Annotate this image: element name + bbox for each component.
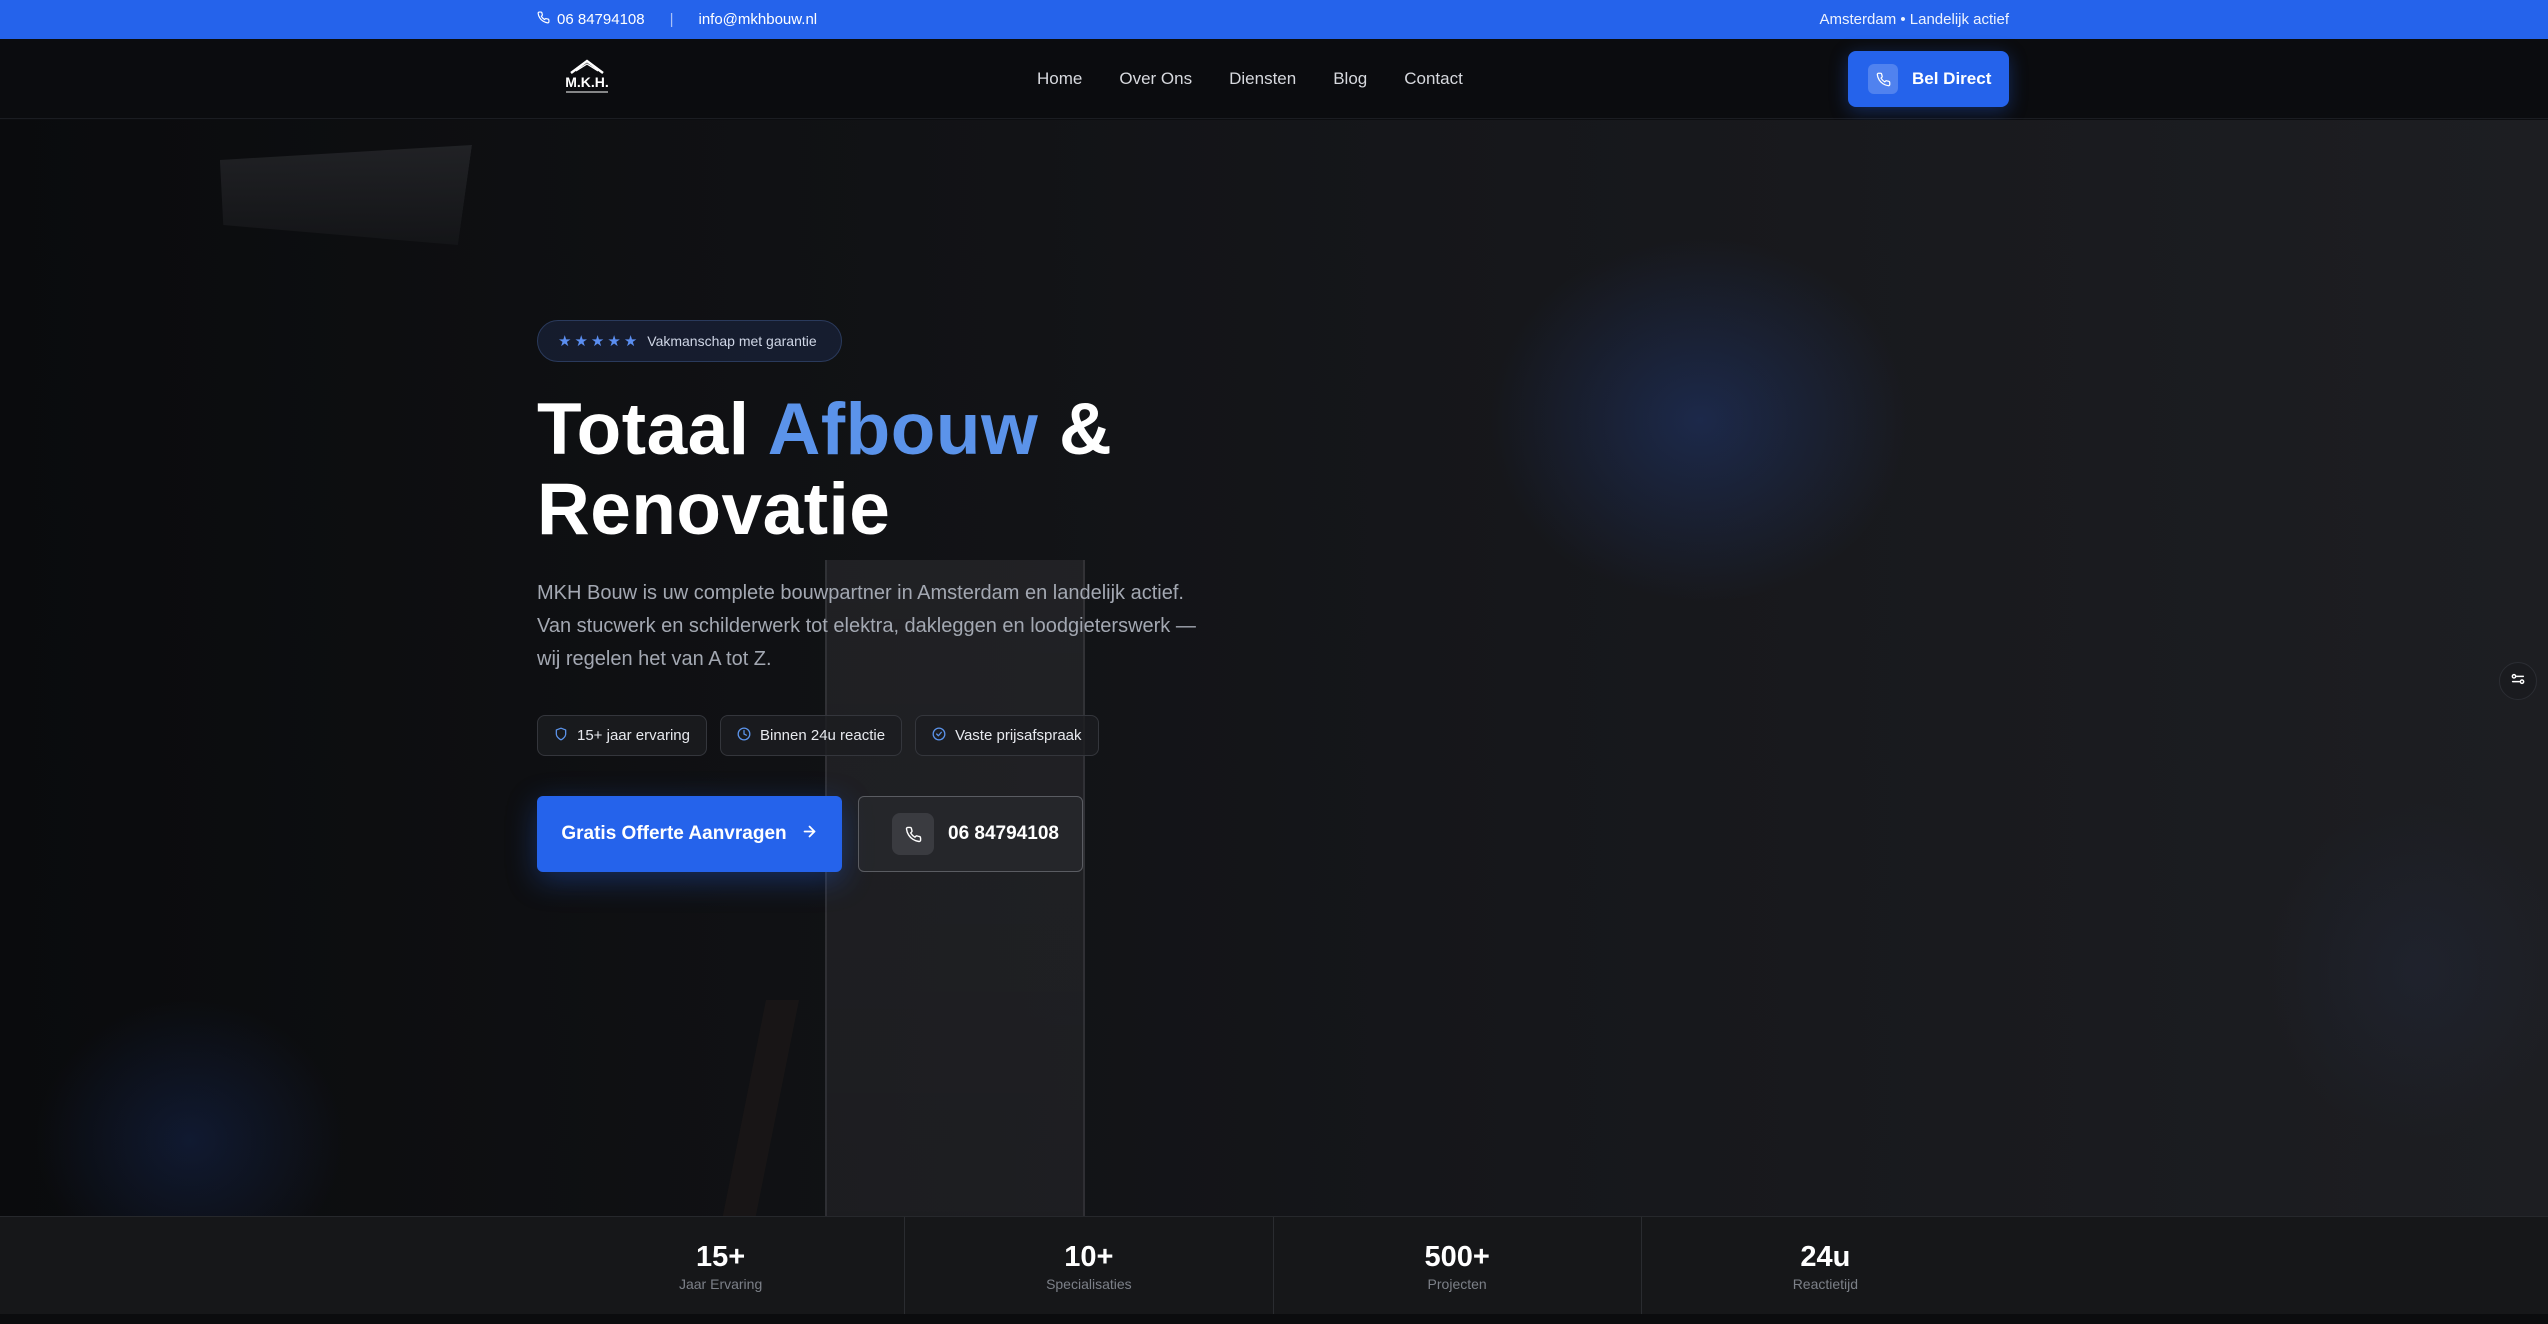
bel-direct-button[interactable]: Bel Direct xyxy=(1848,51,2009,107)
headline-line2: Renovatie xyxy=(537,469,891,550)
phone-icon xyxy=(1868,64,1898,94)
rating-badge: ★ ★ ★ ★ ★ Vakmanschap met garantie xyxy=(537,320,842,362)
star-icon: ★ xyxy=(574,333,588,350)
hero-section xyxy=(0,120,2548,1216)
nav-link-blog[interactable]: Blog xyxy=(1333,69,1367,89)
headline-part2: & xyxy=(1038,389,1113,470)
stat-label: Projecten xyxy=(1427,1276,1487,1292)
stat-label: Reactietijd xyxy=(1792,1276,1859,1292)
clock-icon xyxy=(737,727,751,745)
chip-label: 15+ jaar ervaring xyxy=(577,727,690,744)
nav-link-home[interactable]: Home xyxy=(1037,69,1082,89)
main-nav: M.K.H. Home Over Ons Diensten Blog Conta… xyxy=(0,39,2548,119)
star-rating: ★ ★ ★ ★ ★ xyxy=(558,332,637,350)
star-icon: ★ xyxy=(590,333,605,350)
top-bar-phone: 06 84794108 xyxy=(557,11,645,28)
call-phone-button[interactable]: 06 84794108 xyxy=(858,796,1083,872)
phone-icon xyxy=(537,11,550,28)
stat-value: 10+ xyxy=(1064,1241,1114,1273)
arrow-right-icon xyxy=(801,823,818,846)
chip-label: Binnen 24u reactie xyxy=(759,727,886,744)
star-icon: ★ xyxy=(607,333,621,350)
hero-description: MKH Bouw is uw complete bouwpartner in A… xyxy=(537,582,1196,670)
stats-bar: 15+ Jaar Ervaring 10+ Specialisaties 500… xyxy=(0,1216,2548,1315)
feature-chips: 15+ jaar ervaring Binnen 24u reactie Vas… xyxy=(537,715,1099,756)
chip-response: Binnen 24u reactie xyxy=(719,715,903,756)
logo-link[interactable]: M.K.H. xyxy=(563,57,611,97)
stats-inner: 15+ Jaar Ervaring 10+ Specialisaties 500… xyxy=(537,1217,2009,1315)
chip-experience: 15+ jaar ervaring xyxy=(537,715,707,756)
bottom-strip xyxy=(0,1314,2548,1324)
phone-icon xyxy=(892,813,934,855)
bel-direct-label: Bel Direct xyxy=(1912,69,1992,88)
stat-value: 500+ xyxy=(1424,1241,1490,1273)
chip-label: Vaste prijsafspraak xyxy=(955,727,1082,744)
stat-label: Jaar Ervaring xyxy=(678,1276,763,1292)
logo-text: M.K.H. xyxy=(565,74,609,90)
top-bar-phone-link[interactable]: 06 84794108 xyxy=(537,11,645,28)
call-phone-label: 06 84794108 xyxy=(948,823,1059,844)
nav-link-diensten[interactable]: Diensten xyxy=(1229,69,1296,89)
headline-accent: Afbouw xyxy=(767,389,1039,470)
stat-response-time: 24u Reactietijd xyxy=(1642,1217,2009,1315)
rating-badge-text: Vakmanschap met garantie xyxy=(647,333,817,349)
top-bar-location: Amsterdam • Landelijk actief xyxy=(1819,11,2010,28)
hero-headline: Totaal Afbouw & Renovatie xyxy=(537,390,1337,550)
nav-link-contact[interactable]: Contact xyxy=(1404,69,1463,89)
stat-projects: 500+ Projecten xyxy=(1274,1217,1642,1315)
request-quote-label: Gratis Offerte Aanvragen xyxy=(561,823,787,844)
check-circle-icon xyxy=(932,727,946,745)
stat-label: Specialisaties xyxy=(1046,1276,1132,1292)
headline-part1: Totaal xyxy=(537,389,768,470)
stat-value: 15+ xyxy=(696,1241,746,1273)
top-bar: 06 84794108 | info@mkhbouw.nl Amsterdam … xyxy=(0,0,2548,39)
top-bar-separator: | xyxy=(669,11,674,28)
stat-value: 24u xyxy=(1800,1241,1851,1273)
star-icon: ★ xyxy=(558,333,572,350)
background-image-fixture xyxy=(208,145,472,245)
request-quote-button[interactable]: Gratis Offerte Aanvragen xyxy=(537,796,842,872)
top-bar-email-link[interactable]: info@mkhbouw.nl xyxy=(699,11,818,28)
top-bar-inner: 06 84794108 | info@mkhbouw.nl Amsterdam … xyxy=(537,0,2009,39)
logo-icon: M.K.H. xyxy=(565,59,609,93)
stat-experience: 15+ Jaar Ervaring xyxy=(537,1217,906,1315)
sliders-icon xyxy=(2510,671,2526,692)
star-icon: ★ xyxy=(623,333,638,350)
stat-specializations: 10+ Specialisaties xyxy=(905,1217,1274,1315)
chip-price: Vaste prijsafspraak xyxy=(915,715,1099,756)
top-bar-contact: 06 84794108 | info@mkhbouw.nl xyxy=(537,11,817,28)
shield-icon xyxy=(554,727,568,745)
floating-menu-button[interactable] xyxy=(2499,662,2537,700)
nav-link-over-ons[interactable]: Over Ons xyxy=(1119,69,1192,89)
nav-links: Home Over Ons Diensten Blog Contact xyxy=(1037,39,1500,119)
